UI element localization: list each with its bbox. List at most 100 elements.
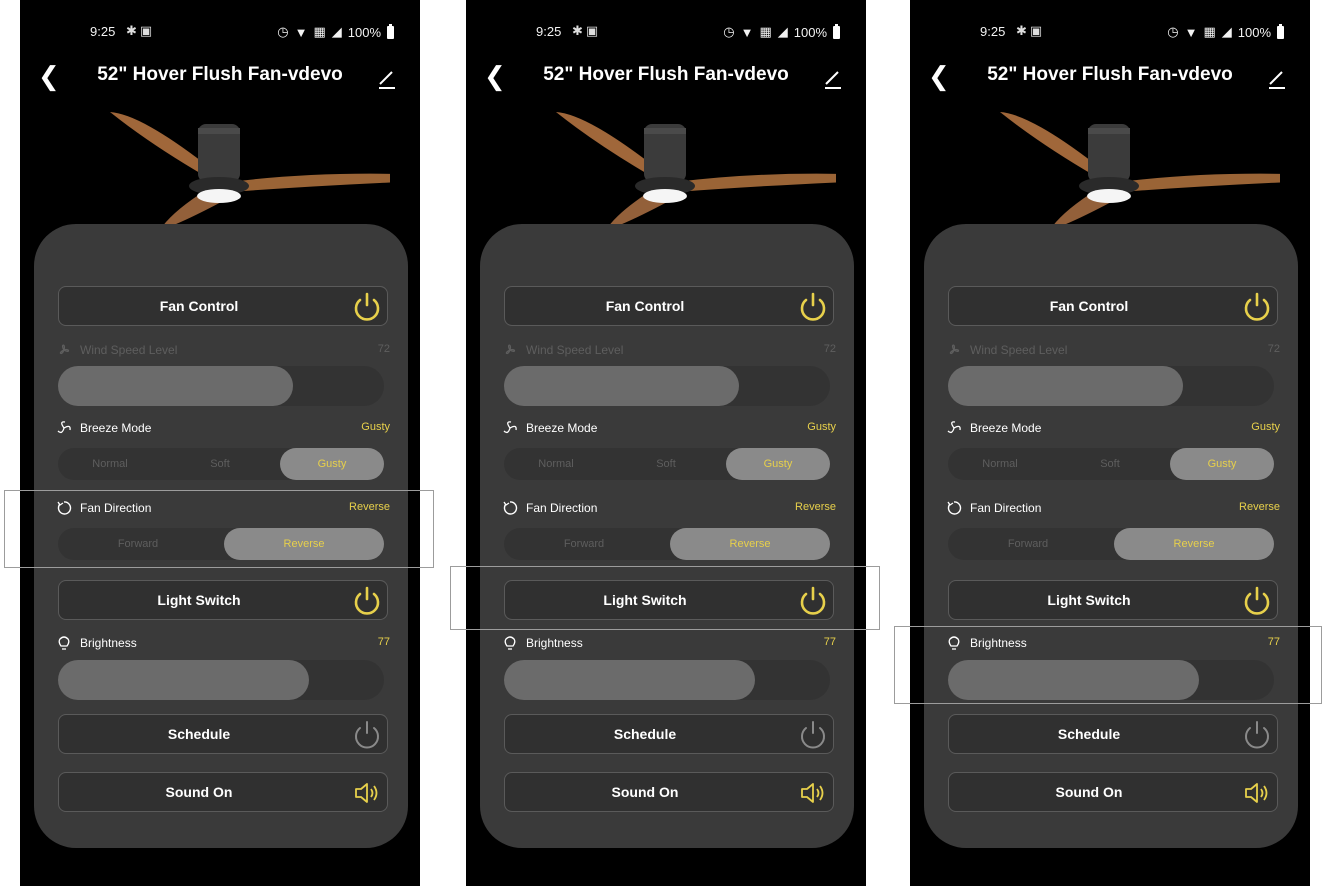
brightness-slider[interactable] (504, 660, 830, 700)
brightness-fill (58, 660, 310, 700)
breeze-option-normal[interactable]: Normal (58, 448, 162, 480)
wind-speed-slider[interactable] (948, 366, 1274, 406)
wind-speed-slider[interactable] (504, 366, 830, 406)
status-time: 9:25 (536, 24, 562, 39)
breeze-icon (503, 421, 517, 434)
schedule-button[interactable]: Schedule (504, 714, 834, 754)
fan-icon (59, 344, 70, 355)
fan-image (1000, 112, 1280, 230)
light-switch-button[interactable]: Light Switch (948, 580, 1278, 620)
power-icon[interactable] (349, 583, 385, 619)
wifi-icon: ▼ (1184, 24, 1198, 40)
battery-percent: 100% (1237, 24, 1271, 40)
breeze-value: Gusty (361, 421, 390, 433)
breeze-selector: Normal Soft Gusty (504, 448, 830, 480)
signal-icon: ◢ (331, 24, 342, 39)
direction-option-reverse[interactable]: Reverse (1114, 528, 1274, 560)
edit-icon[interactable] (822, 68, 844, 90)
breeze-option-gusty[interactable]: Gusty (1170, 448, 1274, 480)
fan-image (556, 112, 836, 230)
wind-speed-row: Wind Speed Level (502, 342, 623, 358)
control-card: Fan Control Wind Speed Level 72 Breeze M… (480, 224, 854, 848)
wind-speed-row: Wind Speed Level (946, 342, 1067, 358)
fan-control-label: Fan Control (159, 298, 239, 314)
direction-label: Fan Direction (526, 501, 598, 515)
breeze-option-gusty[interactable]: Gusty (726, 448, 830, 480)
battery-percent: 100% (793, 24, 827, 40)
fan-control-button[interactable]: Fan Control (504, 286, 834, 326)
breeze-selector: Normal Soft Gusty (58, 448, 384, 480)
alarm-icon: ◷ (1167, 24, 1179, 39)
page-title: 52" Hover Flush Fan-vdevo (97, 64, 343, 85)
wifi-icon: ▼ (740, 24, 754, 40)
status-bar: 9:25 ✱▣ ◷ ▼ ▦ ◢ 100% (20, 23, 420, 44)
highlight-fan-direction (4, 490, 434, 568)
phone-screen: 9:25 ✱▣ ◷ ▼ ▦ ◢ 100% ❮ 52" Hover Flush F… (20, 0, 420, 886)
signal-icon: ◢ (1221, 24, 1232, 39)
status-right: ◷ ▼ ▦ ◢ 100% (277, 23, 394, 40)
sound-label: Sound On (611, 784, 679, 800)
light-switch-button[interactable]: Light Switch (58, 580, 388, 620)
breeze-selector: Normal Soft Gusty (948, 448, 1274, 480)
edit-icon[interactable] (376, 68, 398, 90)
breeze-option-normal[interactable]: Normal (948, 448, 1052, 480)
wind-speed-slider[interactable] (58, 366, 384, 406)
fan-icon (505, 344, 516, 355)
notification-icons: ✱▣ (1016, 23, 1046, 38)
breeze-row: Breeze Mode (56, 420, 151, 436)
breeze-option-normal[interactable]: Normal (504, 448, 608, 480)
speaker-icon[interactable] (1239, 775, 1275, 811)
highlight-brightness (894, 626, 1322, 704)
breeze-option-gusty[interactable]: Gusty (280, 448, 384, 480)
breeze-row: Breeze Mode (502, 420, 597, 436)
breeze-option-soft[interactable]: Soft (1058, 448, 1162, 480)
power-icon[interactable] (1239, 289, 1275, 325)
schedule-button[interactable]: Schedule (58, 714, 388, 754)
sound-label: Sound On (165, 784, 233, 800)
edit-icon[interactable] (1266, 68, 1288, 90)
breeze-option-soft[interactable]: Soft (614, 448, 718, 480)
speaker-icon[interactable] (349, 775, 385, 811)
battery-icon (387, 23, 394, 39)
power-icon[interactable] (1239, 717, 1275, 753)
power-icon[interactable] (795, 717, 831, 753)
schedule-label: Schedule (1057, 726, 1121, 742)
brightness-row: Brightness (56, 635, 137, 651)
power-icon[interactable] (349, 289, 385, 325)
fan-control-button[interactable]: Fan Control (948, 286, 1278, 326)
status-right: ◷ ▼ ▦ ◢ 100% (723, 23, 840, 40)
power-icon[interactable] (349, 717, 385, 753)
sound-button[interactable]: Sound On (58, 772, 388, 812)
direction-option-forward[interactable]: Forward (948, 528, 1108, 560)
wifi-icon: ▼ (294, 24, 308, 40)
highlight-light-switch (450, 566, 880, 630)
wind-speed-value: 72 (1267, 343, 1280, 355)
data-icon: ▦ (313, 24, 326, 39)
direction-selector: Forward Reverse (504, 528, 830, 560)
brightness-label: Brightness (80, 636, 137, 650)
direction-selector: Forward Reverse (948, 528, 1274, 560)
breeze-option-soft[interactable]: Soft (168, 448, 272, 480)
battery-icon (1277, 23, 1284, 39)
direction-option-forward[interactable]: Forward (504, 528, 664, 560)
brightness-slider[interactable] (58, 660, 384, 700)
power-icon[interactable] (795, 289, 831, 325)
sound-button[interactable]: Sound On (948, 772, 1278, 812)
brightness-row: Brightness (502, 635, 583, 651)
status-bar: 9:25 ✱▣ ◷ ▼ ▦ ◢ 100% (910, 23, 1310, 44)
power-icon[interactable] (1239, 583, 1275, 619)
brightness-label: Brightness (526, 636, 583, 650)
status-bar: 9:25 ✱▣ ◷ ▼ ▦ ◢ 100% (466, 23, 866, 44)
fan-control-button[interactable]: Fan Control (58, 286, 388, 326)
control-card: Fan Control Wind Speed Level 72 Breeze M… (924, 224, 1298, 848)
direction-option-reverse[interactable]: Reverse (670, 528, 830, 560)
page-title: 52" Hover Flush Fan-vdevo (543, 64, 789, 85)
schedule-button[interactable]: Schedule (948, 714, 1278, 754)
status-time: 9:25 (980, 24, 1006, 39)
brightness-value: 77 (377, 636, 390, 648)
direction-row: Fan Direction (502, 500, 597, 516)
sound-button[interactable]: Sound On (504, 772, 834, 812)
speaker-icon[interactable] (795, 775, 831, 811)
title-bar: ❮ 52" Hover Flush Fan-vdevo (20, 60, 420, 94)
bulb-icon (504, 636, 516, 650)
